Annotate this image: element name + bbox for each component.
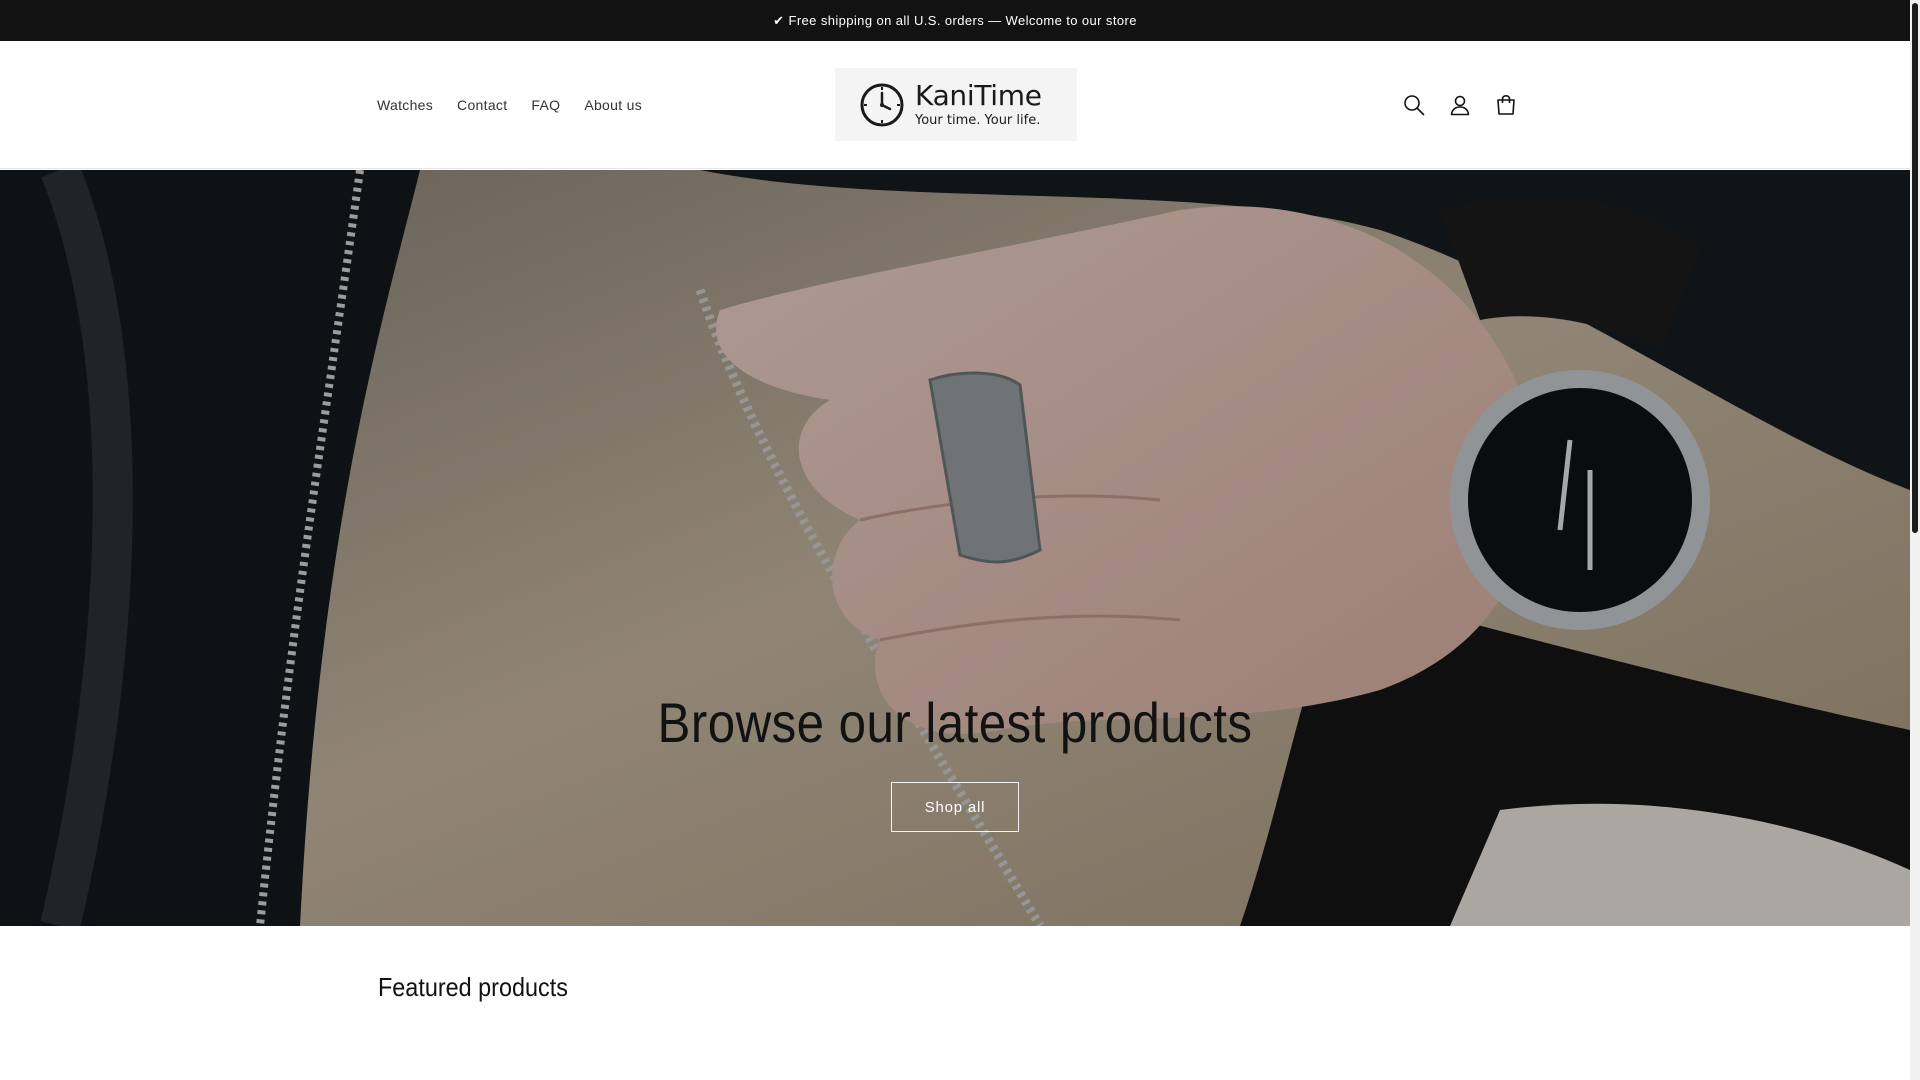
logo-text: KaniTime Your time. Your life. [915, 79, 1042, 128]
announcement-bar: ✔ Free shipping on all U.S. orders — Wel… [0, 0, 1910, 41]
announcement-text: ✔ Free shipping on all U.S. orders — Wel… [773, 12, 1137, 28]
hero-banner: Browse our latest products Shop all [0, 170, 1910, 926]
scrollbar-thumb[interactable] [1912, 3, 1918, 533]
page: ✔ Free shipping on all U.S. orders — Wel… [0, 0, 1910, 1080]
nav-link-watches[interactable]: Watches [365, 89, 445, 121]
store-logo[interactable]: KaniTime Your time. Your life. [835, 68, 1077, 141]
account-icon [1450, 95, 1470, 116]
nav-link-contact[interactable]: Contact [445, 89, 519, 121]
nav-link-faq[interactable]: FAQ [519, 89, 572, 121]
featured-products-section: Featured products [378, 972, 589, 1003]
clock-icon [860, 83, 904, 126]
hero-title: Browse our latest products [657, 691, 1253, 754]
logo-name: KaniTime [915, 79, 1042, 112]
cart-icon [1497, 94, 1515, 115]
nav-link-about-us[interactable]: About us [572, 89, 654, 121]
shop-all-button[interactable]: Shop all [891, 782, 1019, 832]
cart-button[interactable] [1488, 83, 1524, 127]
search-icon [1404, 95, 1425, 116]
account-button[interactable] [1442, 83, 1478, 127]
search-button[interactable] [1396, 83, 1432, 127]
header-icons [1396, 41, 1524, 169]
hero-content: Browse our latest products [0, 690, 1910, 755]
logo-tagline: Your time. Your life. [915, 113, 1041, 128]
page-scrollbar[interactable] [1910, 0, 1920, 1080]
main-nav: Watches Contact FAQ About us [365, 41, 654, 169]
site-header: Watches Contact FAQ About us KaniTime Yo… [0, 41, 1910, 169]
featured-products-title: Featured products [378, 972, 568, 1002]
